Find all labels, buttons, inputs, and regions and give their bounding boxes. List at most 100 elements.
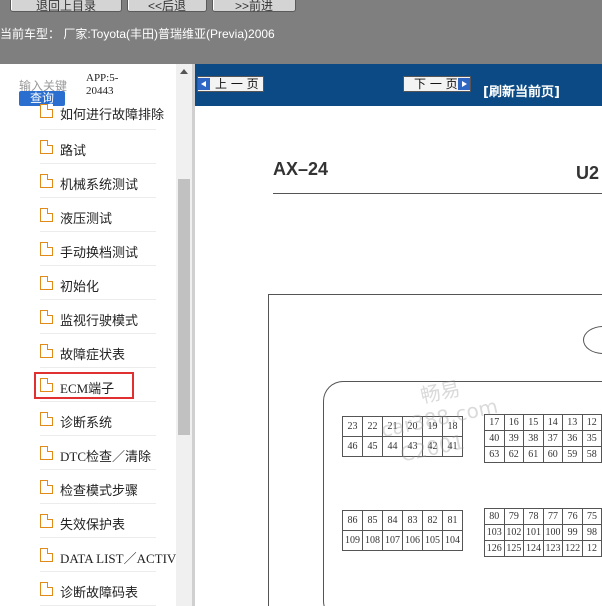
scroll-up-arrow-icon[interactable] <box>180 69 188 74</box>
document-icon <box>40 548 53 562</box>
pin-row: 80 79 78 77 76 75 <box>484 508 602 525</box>
tree-item-label: DTC检查／清除 <box>60 449 152 464</box>
tree-item[interactable]: 初始化 <box>0 266 176 300</box>
pin-cell: 16 <box>503 414 524 431</box>
pin-cell: 80 <box>484 508 505 525</box>
right-arrow-icon <box>458 78 470 90</box>
pin-cell: 103 <box>484 524 505 541</box>
sidebar-scrollbar[interactable] <box>176 64 192 606</box>
document-icon <box>40 140 53 154</box>
tree-item[interactable]: 手动换档测试 <box>0 232 176 266</box>
document-icon <box>40 412 53 426</box>
refresh-page-link[interactable]: [刷新当前页] <box>483 81 560 100</box>
top-toolbar: 退回上目录 <<后退 >>前进 当前车型： 厂家:Toyota(丰田)普瑞维亚(… <box>0 0 602 64</box>
pin-row: 86 85 84 83 82 81 <box>342 510 463 531</box>
tree-list: 如何进行故障排除 路试 机械系统测试 液压测试 手动换档测试 初始化 监视行驶模… <box>0 104 176 606</box>
tree-item[interactable]: 液压测试 <box>0 198 176 232</box>
tree-item-label: 机械系统测试 <box>60 178 139 193</box>
pin-cell: 107 <box>382 530 403 551</box>
document-icon <box>40 514 53 528</box>
document-icon <box>40 344 53 358</box>
pin-cell: 35 <box>581 430 602 447</box>
tree-item-label: DATA LIST／ACTIV <box>60 551 177 566</box>
doc-page-code: AX–24 <box>273 159 329 179</box>
pin-cell: 36 <box>562 430 583 447</box>
pin-cell: 77 <box>542 508 564 525</box>
pin-cell: 78 <box>523 508 544 525</box>
tree-item[interactable]: DTC检查／清除 <box>0 436 176 470</box>
pin-row: 17 16 15 14 13 12 <box>484 414 602 431</box>
pin-cell: 109 <box>342 530 363 551</box>
document-icon <box>40 480 53 494</box>
prev-page-button[interactable]: 上 一 页 <box>197 76 264 92</box>
tree-item[interactable]: 检查模式步骤 <box>0 470 176 504</box>
pin-cell: 46 <box>342 436 363 457</box>
tree-item[interactable]: 故障症状表 <box>0 334 176 368</box>
prev-page-label: 上 一 页 <box>215 77 259 91</box>
pin-cell: 84 <box>382 510 403 531</box>
pin-cell: 86 <box>342 510 363 531</box>
pin-cell: 126 <box>484 540 505 557</box>
pin-cell: 60 <box>542 446 563 463</box>
pin-cell: 59 <box>562 446 583 463</box>
tree-item[interactable]: 路试 <box>0 130 176 164</box>
document-icon <box>40 378 53 392</box>
pin-block-bottom-left: 86 85 84 83 82 81 109 108 107 106 105 104 <box>342 510 463 551</box>
app-window: 退回上目录 <<后退 >>前进 当前车型： 厂家:Toyota(丰田)普瑞维亚(… <box>0 0 602 606</box>
forward-button[interactable]: >>前进 <box>212 0 296 13</box>
tree-item-label: 液压测试 <box>60 212 113 227</box>
pin-cell: 14 <box>542 414 563 431</box>
tree-item-label: 初始化 <box>60 280 100 295</box>
tree-item[interactable]: 机械系统测试 <box>0 164 176 198</box>
pin-cell: 101 <box>523 524 544 541</box>
tree-item-label: 检查模式步骤 <box>60 484 139 499</box>
back-to-directory-button[interactable]: 退回上目录 <box>10 0 122 13</box>
tree-item[interactable]: 如何进行故障排除 <box>0 104 176 130</box>
pin-cell: 58 <box>581 446 602 463</box>
pin-cell: 45 <box>362 436 383 457</box>
tree-item-label: 监视行驶模式 <box>60 314 139 329</box>
tree-item-label: 路试 <box>60 144 87 159</box>
left-arrow-icon <box>198 78 210 90</box>
tree-item[interactable]: 诊断系统 <box>0 402 176 436</box>
tree-item[interactable]: 诊断故障码表 <box>0 572 176 606</box>
scroll-thumb[interactable] <box>178 179 190 435</box>
pin-cell: 108 <box>362 530 383 551</box>
pin-row: 63 62 61 60 59 58 <box>484 446 602 463</box>
tree-item-label: 手动换档测试 <box>60 246 139 261</box>
tree-item-label: 如何进行故障排除 <box>60 108 165 123</box>
back-button[interactable]: <<后退 <box>127 0 207 13</box>
next-page-button[interactable]: 下 一 页 <box>403 76 471 92</box>
tree-item-selected[interactable]: ECM端子 <box>0 368 176 402</box>
pin-cell: 122 <box>562 540 583 557</box>
document-icon <box>40 446 53 460</box>
pin-row: 126 125 124 123 122 12 <box>484 540 602 557</box>
tree-item[interactable]: DATA LIST／ACTIV <box>0 538 176 572</box>
sidebar: 输入关键 查询 APP:5-20443 如何进行故障排除 路试 机械系统测试 液… <box>0 64 192 606</box>
page-navigation-bar: 上 一 页 下 一 页 [刷新当前页] <box>195 64 602 106</box>
tree-item[interactable]: 监视行驶模式 <box>0 300 176 334</box>
pin-cell: 105 <box>422 530 443 551</box>
tree-item-label: 失效保护表 <box>60 518 126 533</box>
pin-row: 109 108 107 106 105 104 <box>342 530 463 551</box>
pin-cell: 102 <box>503 524 525 541</box>
pin-cell: 125 <box>503 540 525 557</box>
pin-cell: 62 <box>503 446 524 463</box>
pin-cell: 12 <box>581 540 602 557</box>
tree-item-label: 故障症状表 <box>60 348 126 363</box>
pin-row: 103 102 101 100 99 98 <box>484 524 602 541</box>
pin-cell: 23 <box>342 416 363 437</box>
pin-row: 40 39 38 37 36 35 <box>484 430 602 447</box>
document-icon <box>40 242 53 256</box>
pin-cell: 40 <box>484 430 505 447</box>
pin-cell: 82 <box>422 510 443 531</box>
tree-item[interactable]: 失效保护表 <box>0 504 176 538</box>
content-pane: 上 一 页 下 一 页 [刷新当前页] AX–24 U2 D 232221201… <box>195 64 602 606</box>
pin-cell: 12 <box>581 414 602 431</box>
pin-cell: 83 <box>402 510 423 531</box>
pin-cell: 76 <box>562 508 583 525</box>
pin-cell: 37 <box>542 430 563 447</box>
pin-cell: 123 <box>542 540 564 557</box>
pin-cell: 63 <box>484 446 505 463</box>
current-vehicle-text: 当前车型： 厂家:Toyota(丰田)普瑞维亚(Previa)2006 <box>0 27 275 41</box>
